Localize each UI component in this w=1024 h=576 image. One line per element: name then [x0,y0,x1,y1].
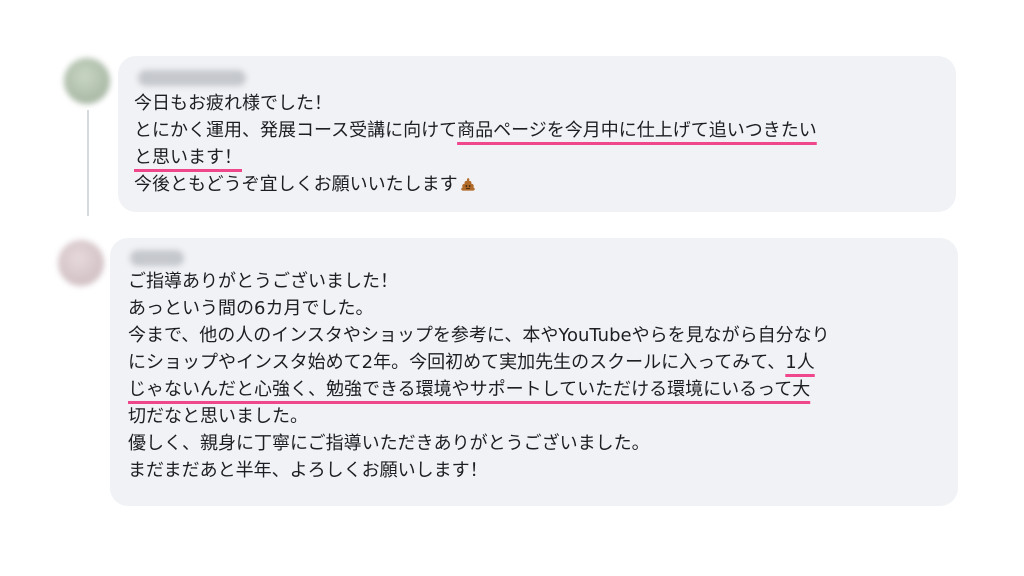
comment-line: と思います！ [134,144,817,171]
poop-emoji-icon [460,178,475,191]
highlighted-text-segment: じゃないんだと心強く、勉強できる環境やサポートしていただける環境にいるって大 [128,379,811,400]
highlighted-text-segment: と思います！ [134,147,242,168]
comment-thread: 今日もお疲れ様でした！ とにかく運用、発展コース受講に向けて商品ページを今月中に… [0,0,1024,576]
comment-text-segment: とにかく運用、発展コース受講に向けて [134,120,458,141]
comment-text: 今日もお疲れ様でした！ とにかく運用、発展コース受講に向けて商品ページを今月中に… [134,90,817,198]
comment-line: まだまだあと半年、よろしくお願いします！ [128,457,830,484]
comment-text-segment: にショップやインスタ始めて2年。今回初めて実加先生のスクールに入ってみて、 [128,352,786,373]
comment-line: 優しく、親身に丁寧にご指導いただきありがとうございました。 [128,430,830,457]
comment-line: あっという間の6カ月でした。 [128,295,830,322]
avatar[interactable] [58,240,104,286]
thread-connector-line [87,110,89,216]
comment-line: ご指導ありがとうございました！ [128,268,830,295]
comment-bubble: ご指導ありがとうございました！ あっという間の6カ月でした。 今まで、他の人のイ… [110,238,958,506]
author-name-redacted[interactable] [138,70,246,86]
highlighted-text-segment: 商品ページを今月中に仕上げて追いつきたい [457,120,817,141]
avatar[interactable] [64,58,110,104]
comment-line: 今後ともどうぞ宜しくお願いいたします [134,171,817,198]
comment-line: とにかく運用、発展コース受講に向けて商品ページを今月中に仕上げて追いつきたい [134,117,817,144]
comment-text-segment: 今まで、他の人のインスタやショップを参考に、本やYouTubeやらを見ながら自分… [128,325,830,346]
comment-line: じゃないんだと心強く、勉強できる環境やサポートしていただける環境にいるって大 [128,376,830,403]
author-name-redacted[interactable] [130,250,184,266]
comment-bubble: 今日もお疲れ様でした！ とにかく運用、発展コース受講に向けて商品ページを今月中に… [118,56,956,212]
comment-line: 今まで、他の人のインスタやショップを参考に、本やYouTubeやらを見ながら自分… [128,322,830,349]
comment-text-segment: あっという間の6カ月でした。 [128,298,374,319]
comment-line: 切だなと思いました。 [128,403,830,430]
comment-text-segment: 切だなと思いました。 [128,406,308,427]
comment-text: ご指導ありがとうございました！ あっという間の6カ月でした。 今まで、他の人のイ… [128,268,830,484]
comment-text-segment: 優しく、親身に丁寧にご指導いただきありがとうございました。 [128,433,650,454]
comment-line: にショップやインスタ始めて2年。今回初めて実加先生のスクールに入ってみて、1人 [128,349,830,376]
comment-text-segment: まだまだあと半年、よろしくお願いします！ [128,460,488,481]
comment-text-segment: ご指導ありがとうございました！ [128,271,398,292]
comment-line: 今日もお疲れ様でした！ [134,90,817,117]
highlighted-text-segment: 1人 [785,352,815,373]
comment-text-segment: 今日もお疲れ様でした！ [134,93,332,114]
comment-text-segment: 今後ともどうぞ宜しくお願いいたします [134,174,458,195]
